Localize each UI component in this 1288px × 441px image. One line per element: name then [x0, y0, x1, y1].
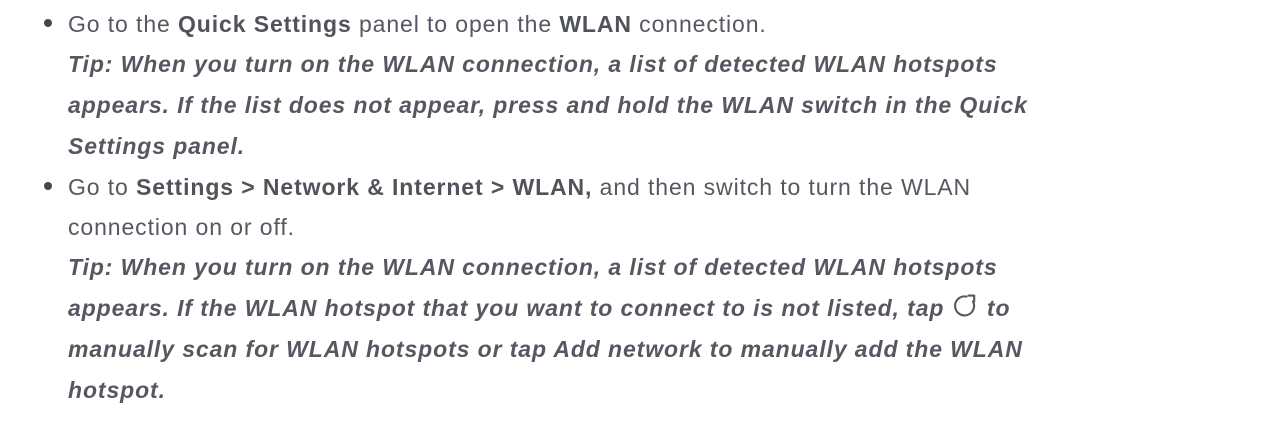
bullet-icon [44, 19, 52, 27]
settings-path: Settings > Network & Internet > WLAN, [136, 174, 593, 200]
instruction-text: Go to Settings > Network & Internet > WL… [68, 174, 972, 200]
tip-text: Tip: When you turn on the WLAN connectio… [68, 254, 1023, 403]
instruction-text: Go to the Quick Settings panel to open t… [68, 11, 767, 37]
list-item-settings-path: Go to Settings > Network & Internet > WL… [0, 167, 1288, 411]
quick-settings-term: Quick Settings [178, 11, 352, 37]
refresh-icon [952, 293, 978, 319]
bullet-list: Go to the Quick Settings panel to open t… [0, 4, 1288, 411]
instructions-document: Go to the Quick Settings panel to open t… [0, 4, 1288, 411]
bullet-icon [44, 182, 52, 190]
list-item-quick-settings: Go to the Quick Settings panel to open t… [0, 4, 1288, 167]
tip-text: Tip: When you turn on the WLAN connectio… [68, 51, 1028, 159]
instruction-text-continued: connection on or off. [68, 214, 295, 240]
wlan-term: WLAN [559, 11, 632, 37]
